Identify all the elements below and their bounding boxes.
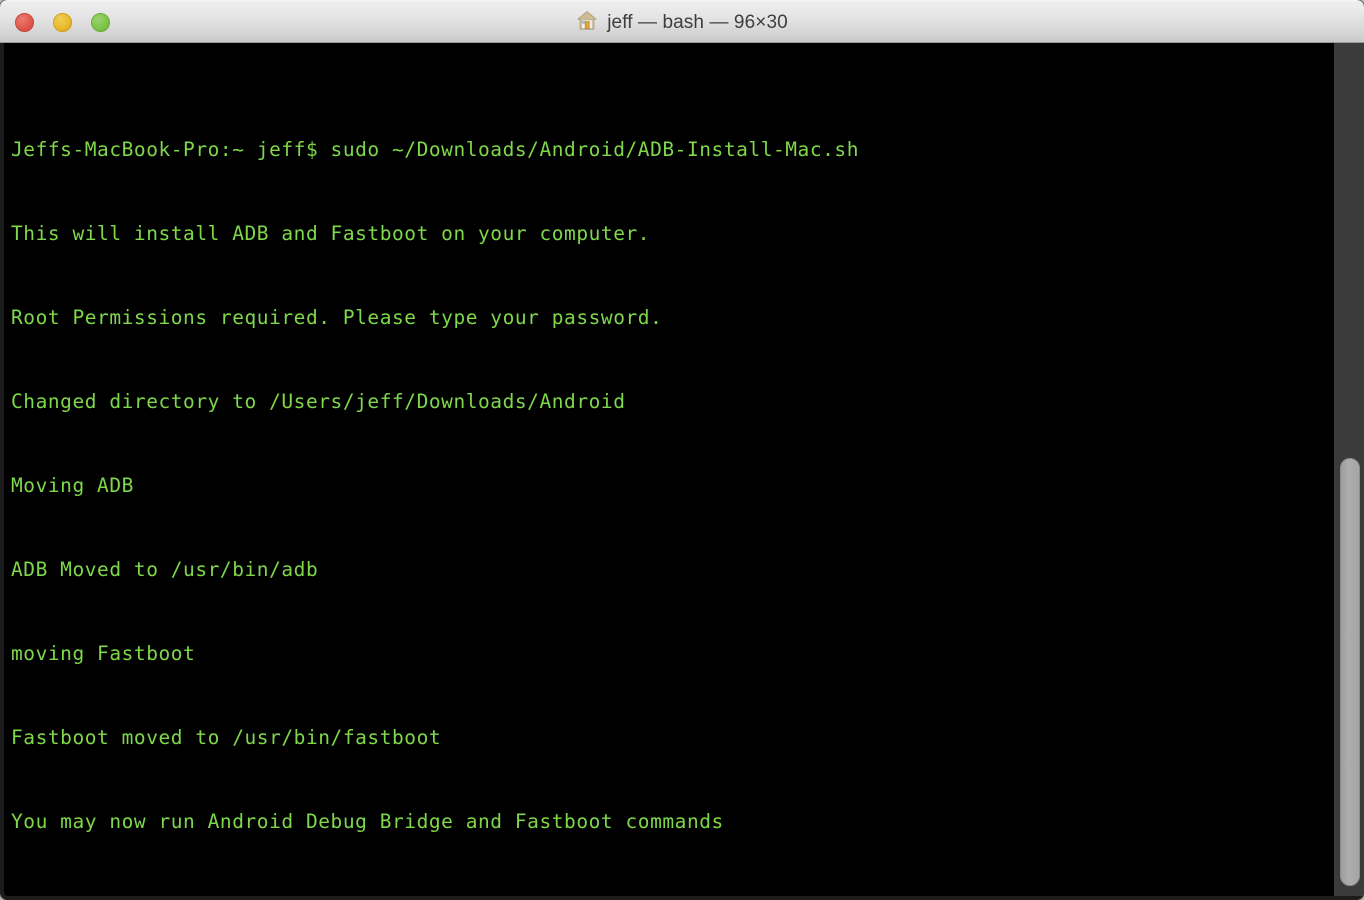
home-icon — [576, 10, 598, 36]
terminal-line: Fastboot moved to /usr/bin/fastboot — [11, 726, 442, 749]
terminal-body[interactable]: Jeffs-MacBook-Pro:~ jeff$ sudo ~/Downloa… — [0, 43, 1364, 900]
terminal-line: moving Fastboot — [11, 642, 196, 665]
terminal-line: Root Permissions required. Please type y… — [11, 306, 663, 329]
window-titlebar[interactable]: jeff — bash — 96×30 — [0, 0, 1364, 43]
window-title-text: jeff — bash — 96×30 — [607, 11, 788, 33]
window-title-block: jeff — bash — 96×30 — [0, 1, 1364, 44]
terminal-line: ADB Moved to /usr/bin/adb — [11, 558, 319, 581]
terminal-line: Jeffs-MacBook-Pro:~ jeff$ sudo ~/Downloa… — [11, 138, 860, 161]
zoom-button[interactable] — [91, 13, 110, 32]
traffic-light-group — [15, 13, 110, 32]
terminal-line: Have a nice day. — [11, 892, 1331, 896]
terminal-line: Changed directory to /Users/jeff/Downloa… — [11, 390, 626, 413]
terminal-line: This will install ADB and Fastboot on yo… — [11, 222, 651, 245]
terminal-line: You may now run Android Debug Bridge and… — [11, 810, 724, 833]
close-button[interactable] — [15, 13, 34, 32]
terminal-window: jeff — bash — 96×30 Jeffs-MacBook-Pro:~ … — [0, 0, 1364, 900]
terminal-output[interactable]: Jeffs-MacBook-Pro:~ jeff$ sudo ~/Downloa… — [11, 80, 1331, 896]
minimize-button[interactable] — [53, 13, 72, 32]
scrollbar-thumb[interactable] — [1340, 458, 1360, 886]
vertical-scrollbar[interactable] — [1334, 43, 1364, 896]
terminal-line: Moving ADB — [11, 474, 134, 497]
